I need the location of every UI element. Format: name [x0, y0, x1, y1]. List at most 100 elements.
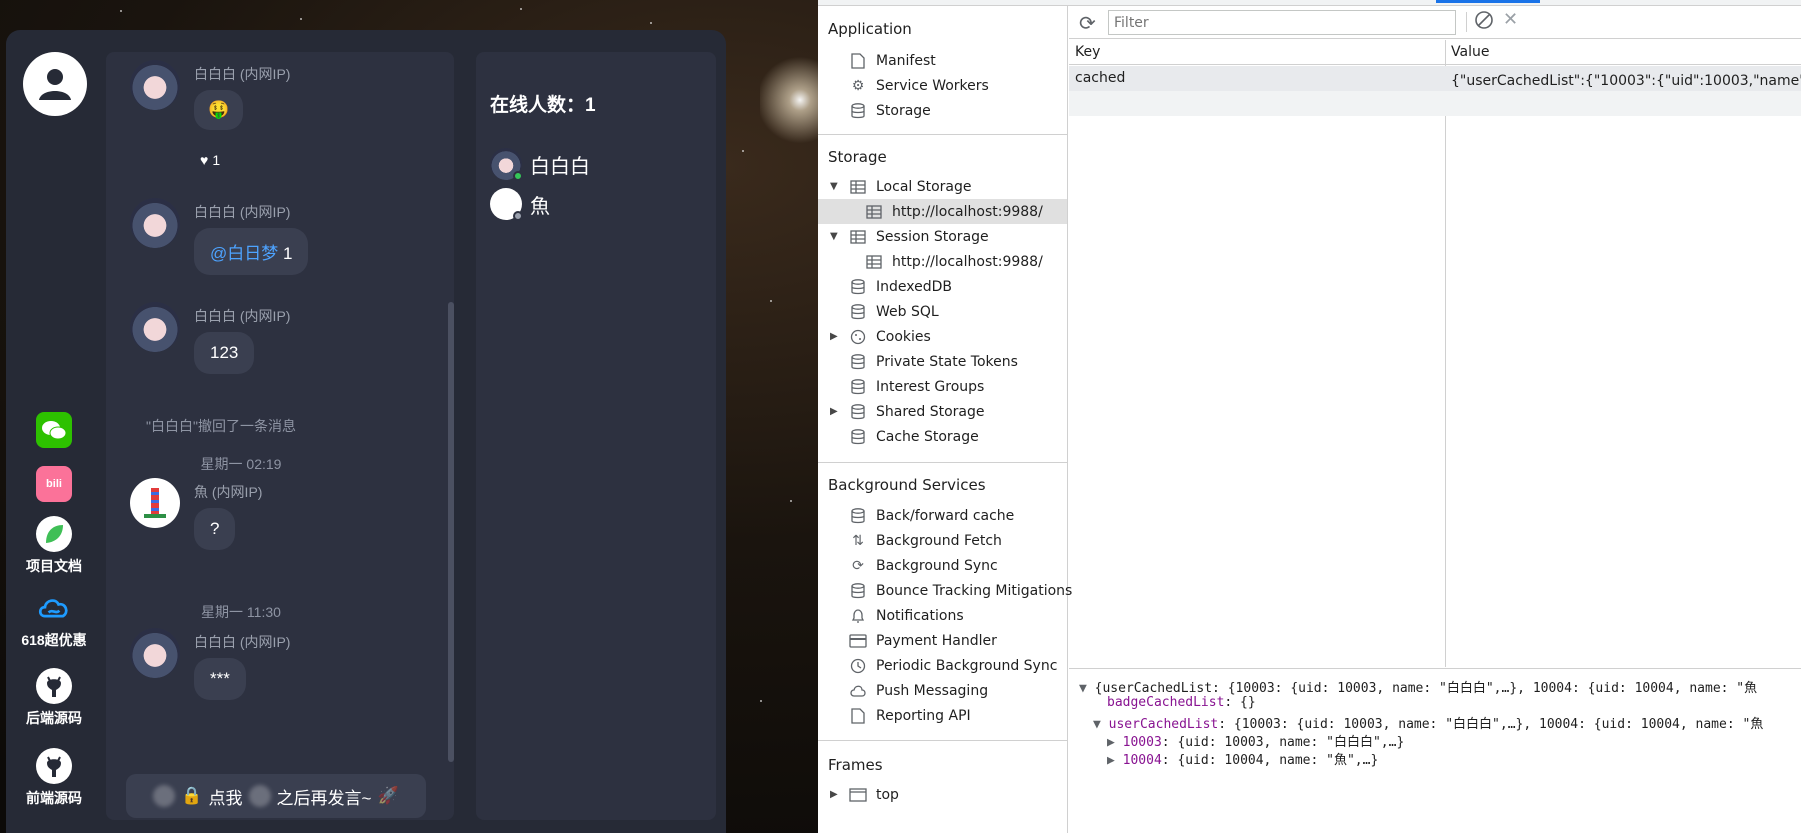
- tree-interest-groups[interactable]: Interest Groups: [848, 374, 984, 399]
- expand-right-icon[interactable]: ▶: [830, 789, 840, 800]
- avatar[interactable]: [130, 302, 180, 352]
- nav-promo[interactable]: 618超优惠: [6, 590, 102, 650]
- section-background-services: Background Services: [828, 476, 986, 494]
- nav-frontend-source[interactable]: 前端源码: [6, 748, 102, 808]
- nav-backend-source[interactable]: 后端源码: [6, 668, 102, 728]
- database-icon: [848, 102, 868, 120]
- tree-local-storage[interactable]: ▼ Local Storage: [830, 174, 972, 199]
- tree-web-sql[interactable]: Web SQL: [848, 299, 939, 324]
- chat-scrollbar[interactable]: [448, 302, 454, 762]
- login-prompt-input[interactable]: 🔒 点我 之后再发言~ 🚀: [126, 774, 426, 818]
- preview-root[interactable]: ▼ {userCachedList: {10003: {uid: 10003, …: [1079, 677, 1757, 696]
- filter-input[interactable]: [1108, 10, 1456, 35]
- tree-reporting-api[interactable]: Reporting API: [848, 703, 971, 728]
- tree-bounce-tracking[interactable]: Bounce Tracking Mitigations: [848, 578, 1072, 603]
- delete-selected-icon[interactable]: ✕: [1503, 9, 1518, 30]
- message-bubble[interactable]: 123: [194, 332, 255, 374]
- lock-icon: 🔒: [181, 786, 203, 805]
- tree-label: Manifest: [876, 52, 936, 69]
- nav-docs[interactable]: 项目文档: [6, 516, 102, 576]
- preview-property[interactable]: ▼ userCachedList: {10003: {uid: 10003, n…: [1093, 713, 1763, 732]
- tree-session-storage[interactable]: ▼ Session Storage: [830, 224, 989, 249]
- clear-all-icon[interactable]: [1474, 10, 1494, 34]
- database-icon: [848, 353, 868, 371]
- expand-down-icon[interactable]: ▼: [830, 181, 840, 192]
- expand-right-icon[interactable]: ▶: [830, 331, 840, 342]
- tree-label: Back/forward cache: [876, 507, 1015, 524]
- column-key[interactable]: Key: [1075, 44, 1100, 60]
- column-divider[interactable]: [1445, 40, 1446, 667]
- expand-icon[interactable]: ▶: [1107, 735, 1115, 750]
- message-bubble[interactable]: ***: [194, 658, 246, 700]
- tree-frame-top[interactable]: ▶ top: [830, 782, 899, 807]
- github-icon: [36, 668, 72, 704]
- column-value[interactable]: Value: [1451, 44, 1489, 60]
- database-icon: [848, 428, 868, 446]
- avatar[interactable]: [130, 60, 180, 110]
- refresh-icon[interactable]: ⟳: [1079, 11, 1096, 35]
- wechat-icon: [36, 412, 72, 448]
- tree-local-origin[interactable]: http://localhost:9988/: [818, 199, 1067, 224]
- message-bubble[interactable]: @白日梦 1: [194, 228, 309, 275]
- tree-bfcache[interactable]: Back/forward cache: [848, 503, 1014, 528]
- tree-service-workers[interactable]: ⚙ Service Workers: [848, 73, 989, 98]
- nav-label: 618超优惠: [21, 632, 87, 648]
- online-count: 在线人数：1: [490, 95, 596, 116]
- preview-property[interactable]: ▶ 10003: {uid: 10003, name: "白白白",…}: [1107, 731, 1404, 750]
- tree-cookies[interactable]: ▶ Cookies: [830, 324, 931, 349]
- preview-property[interactable]: ▶ 10004: {uid: 10004, name: "魚",…}: [1107, 749, 1378, 768]
- avatar: [490, 148, 523, 181]
- user-avatar[interactable]: [23, 52, 87, 116]
- tree-private-state-tokens[interactable]: Private State Tokens: [848, 349, 1018, 374]
- avatar[interactable]: [130, 628, 180, 678]
- tree-storage-overview[interactable]: Storage: [848, 98, 931, 123]
- avatar[interactable]: [130, 198, 180, 248]
- cloud-icon: [36, 590, 72, 626]
- online-user-name: 白白白: [530, 155, 590, 178]
- table-icon: [848, 228, 868, 246]
- table-icon: [864, 203, 884, 221]
- chat-app: bili 项目文档 618超优惠 后端源码 前端源码 白白白 (内网IP) 🤑 …: [6, 30, 726, 833]
- online-user[interactable]: 魚: [490, 188, 550, 221]
- tree-indexeddb[interactable]: IndexedDB: [848, 274, 952, 299]
- card-icon: [848, 632, 868, 650]
- online-user[interactable]: 白白白: [490, 148, 590, 181]
- tree-payment-handler[interactable]: Payment Handler: [848, 628, 997, 653]
- document-icon: [848, 52, 868, 70]
- avatar[interactable]: [130, 478, 180, 528]
- property-value: : {uid: 10004, name: "魚",…}: [1161, 753, 1379, 768]
- heart-icon: ♥: [200, 152, 209, 168]
- message-bubble[interactable]: ?: [194, 508, 236, 550]
- expand-icon[interactable]: ▶: [1107, 753, 1115, 768]
- message-bubble[interactable]: 🤑: [194, 90, 244, 130]
- tree-background-sync[interactable]: ⟳ Background Sync: [848, 553, 998, 578]
- storage-toolbar: ⟳ ✕: [1069, 6, 1801, 39]
- rocket-icon[interactable]: 🚀: [377, 786, 398, 806]
- nav-wechat[interactable]: [6, 412, 102, 452]
- table-row-empty[interactable]: [1069, 91, 1801, 116]
- avatar: [490, 188, 523, 221]
- tree-label: http://localhost:9988/: [892, 203, 1043, 220]
- tree-shared-storage[interactable]: ▶ Shared Storage: [830, 399, 985, 424]
- mention[interactable]: @白日梦: [210, 244, 278, 263]
- storage-view: ⟳ ✕ Key Value cached {"userCachedList":{…: [1069, 6, 1801, 833]
- tree-periodic-sync[interactable]: Periodic Background Sync: [848, 653, 1057, 678]
- collapse-icon[interactable]: ▼: [1093, 717, 1101, 732]
- section-frames: Frames: [828, 756, 883, 774]
- table-row[interactable]: cached {"userCachedList":{"10003":{"uid"…: [1069, 66, 1801, 91]
- collapse-icon[interactable]: ▼: [1079, 681, 1087, 696]
- reaction[interactable]: ♥ 1: [200, 152, 220, 168]
- tree-background-fetch[interactable]: ⇅ Background Fetch: [848, 528, 1002, 553]
- tree-push-messaging[interactable]: Push Messaging: [848, 678, 988, 703]
- nav-bilibili[interactable]: bili: [6, 466, 102, 506]
- tree-manifest[interactable]: Manifest: [848, 48, 936, 73]
- tree-label: Interest Groups: [876, 378, 985, 395]
- tree-notifications[interactable]: Notifications: [848, 603, 964, 628]
- expand-right-icon[interactable]: ▶: [830, 406, 840, 417]
- bilibili-icon: bili: [36, 466, 72, 502]
- tree-session-origin[interactable]: http://localhost:9988/: [864, 249, 1043, 274]
- message-author: 魚 (内网IP): [194, 484, 263, 500]
- expand-down-icon[interactable]: ▼: [830, 231, 840, 242]
- active-tab-indicator: [1436, 0, 1540, 3]
- tree-cache-storage[interactable]: Cache Storage: [848, 424, 979, 449]
